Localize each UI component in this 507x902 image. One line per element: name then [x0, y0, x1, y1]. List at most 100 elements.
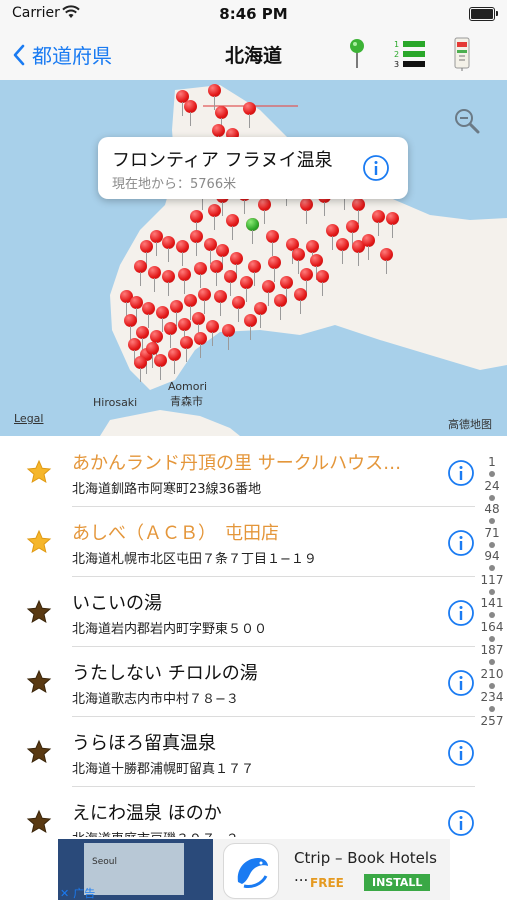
section-index-label[interactable]: 210 [478, 667, 506, 681]
onsen-map-pin[interactable] [258, 198, 271, 224]
section-index-label[interactable]: 234 [478, 690, 506, 704]
star-icon[interactable] [26, 739, 52, 769]
zoom-out-icon[interactable] [453, 107, 481, 139]
onsen-map-pin[interactable] [170, 300, 183, 326]
onsen-map-pin[interactable] [254, 302, 267, 328]
legal-link[interactable]: Legal [14, 412, 43, 425]
list-item[interactable]: あしべ（ＡＣＢ） 屯田店 北海道札幌市北区屯田７条７丁目１−１９ [0, 507, 507, 577]
list-item[interactable]: えにわ温泉 ほのか北海道恵庭市戸磯３９７−２ [0, 787, 507, 837]
list-item-info-button[interactable] [447, 529, 475, 561]
onsen-map-pin[interactable] [248, 260, 261, 286]
onsen-map-pin[interactable] [380, 248, 393, 274]
onsen-map-pin[interactable] [140, 240, 153, 266]
onsen-map-pin[interactable] [206, 320, 219, 346]
section-index-label[interactable]: 257 [478, 714, 506, 728]
onsen-map-pin[interactable] [162, 236, 175, 262]
map-pin-button[interactable] [348, 38, 366, 74]
list-item-info-button[interactable] [447, 669, 475, 701]
list-item[interactable]: うらほろ留真温泉 北海道十勝郡浦幌町留真１７７ [0, 717, 507, 787]
onsen-map-pin[interactable] [208, 204, 221, 230]
onsen-map-pin[interactable] [352, 198, 365, 224]
onsen-map-pin[interactable] [128, 338, 141, 364]
onsen-map-pin[interactable] [148, 266, 161, 292]
onsen-map-pin[interactable] [292, 248, 305, 274]
onsen-map-pin[interactable] [162, 270, 175, 296]
favorites-button[interactable] [451, 36, 473, 76]
onsen-map-pin[interactable] [184, 294, 197, 320]
onsen-map-pin[interactable] [232, 296, 245, 322]
onsen-map-pin[interactable] [198, 288, 211, 314]
onsen-map-pin[interactable] [240, 276, 253, 302]
onsen-map-pin[interactable] [386, 212, 399, 238]
ranked-list-button[interactable]: 1 2 3 [394, 38, 426, 74]
map-view[interactable]: フロンティア フラヌイ温泉 現在地から：5766米 Aomori 青森市 Hir… [0, 80, 507, 436]
onsen-map-pin[interactable] [262, 280, 275, 306]
onsen-map-pin[interactable] [243, 102, 256, 128]
onsen-map-pin[interactable] [362, 234, 375, 260]
onsen-list[interactable]: あかんランド丹頂の里 サークルハウス… 北海道釧路市阿寒町23線36番地 あしべ（Ａ… [0, 437, 507, 837]
onsen-map-pin[interactable] [215, 106, 228, 132]
onsen-map-pin[interactable] [268, 256, 281, 282]
onsen-map-pin[interactable] [164, 322, 177, 348]
onsen-map-pin[interactable] [190, 210, 203, 236]
onsen-map-pin[interactable] [136, 326, 149, 352]
list-item-info-button[interactable] [447, 599, 475, 631]
onsen-map-pin[interactable] [184, 100, 197, 126]
onsen-map-pin[interactable] [142, 302, 155, 328]
onsen-map-pin[interactable] [180, 336, 193, 362]
onsen-map-pin[interactable] [346, 220, 359, 246]
onsen-map-pin[interactable] [230, 252, 243, 278]
list-item-info-button[interactable] [447, 809, 475, 837]
favorite-star-icon[interactable] [26, 529, 52, 559]
onsen-map-pin[interactable] [168, 348, 181, 374]
onsen-map-pin[interactable] [190, 230, 203, 256]
onsen-map-pin[interactable] [178, 268, 191, 294]
onsen-map-pin[interactable] [146, 342, 159, 368]
onsen-map-pin[interactable] [192, 312, 205, 338]
onsen-map-pin[interactable] [224, 270, 237, 296]
ad-install-button[interactable]: INSTALL [364, 874, 431, 891]
onsen-map-pin[interactable] [300, 268, 313, 294]
section-index-label[interactable]: 1 [478, 455, 506, 469]
onsen-map-pin[interactable] [280, 276, 293, 302]
onsen-map-pin[interactable] [208, 84, 221, 110]
onsen-map-pin[interactable] [336, 238, 349, 264]
onsen-map-pin[interactable] [316, 270, 329, 296]
onsen-map-pin[interactable] [306, 240, 319, 266]
section-index-label[interactable]: 48 [478, 502, 506, 516]
list-item[interactable]: うたしない チロルの湯 北海道歌志内市中村７８−３ [0, 647, 507, 717]
onsen-map-pin[interactable] [210, 260, 223, 286]
onsen-map-pin[interactable] [178, 318, 191, 344]
ad-banner[interactable]: Seoul ✕ 广告 Ctrip – Book Hotels ... FREE I… [58, 839, 450, 900]
onsen-map-pin[interactable] [194, 332, 207, 358]
callout-info-button[interactable] [362, 154, 390, 186]
section-index-label[interactable]: 24 [478, 479, 506, 493]
onsen-map-pin[interactable] [294, 288, 307, 314]
onsen-map-pin[interactable] [266, 230, 279, 256]
onsen-map-pin[interactable] [244, 314, 257, 340]
onsen-map-pin[interactable] [216, 244, 229, 270]
onsen-map-pin[interactable] [326, 224, 339, 250]
list-item[interactable]: いこいの湯 北海道岩内郡岩内町字野東５００ [0, 577, 507, 647]
list-item[interactable]: あかんランド丹頂の里 サークルハウス… 北海道釧路市阿寒町23線36番地 [0, 437, 507, 507]
current-location-pin[interactable] [246, 218, 259, 244]
section-index-label[interactable]: 187 [478, 643, 506, 657]
section-index-label[interactable]: 117 [478, 573, 506, 587]
onsen-map-pin[interactable] [176, 240, 189, 266]
section-index-label[interactable]: 71 [478, 526, 506, 540]
section-index-label[interactable]: 94 [478, 549, 506, 563]
onsen-map-pin[interactable] [134, 356, 147, 382]
star-icon[interactable] [26, 599, 52, 629]
ad-close-button[interactable]: ✕ 广告 [60, 885, 95, 901]
onsen-map-pin[interactable] [134, 260, 147, 286]
onsen-map-pin[interactable] [222, 324, 235, 350]
star-icon[interactable] [26, 669, 52, 699]
onsen-map-pin[interactable] [300, 198, 313, 224]
section-index-label[interactable]: 141 [478, 596, 506, 610]
onsen-map-pin[interactable] [194, 262, 207, 288]
map-callout[interactable]: フロンティア フラヌイ温泉 現在地から：5766米 [98, 137, 408, 199]
section-index-label[interactable]: 164 [478, 620, 506, 634]
onsen-map-pin[interactable] [156, 306, 169, 332]
onsen-map-pin[interactable] [124, 314, 137, 340]
onsen-map-pin[interactable] [226, 214, 239, 240]
